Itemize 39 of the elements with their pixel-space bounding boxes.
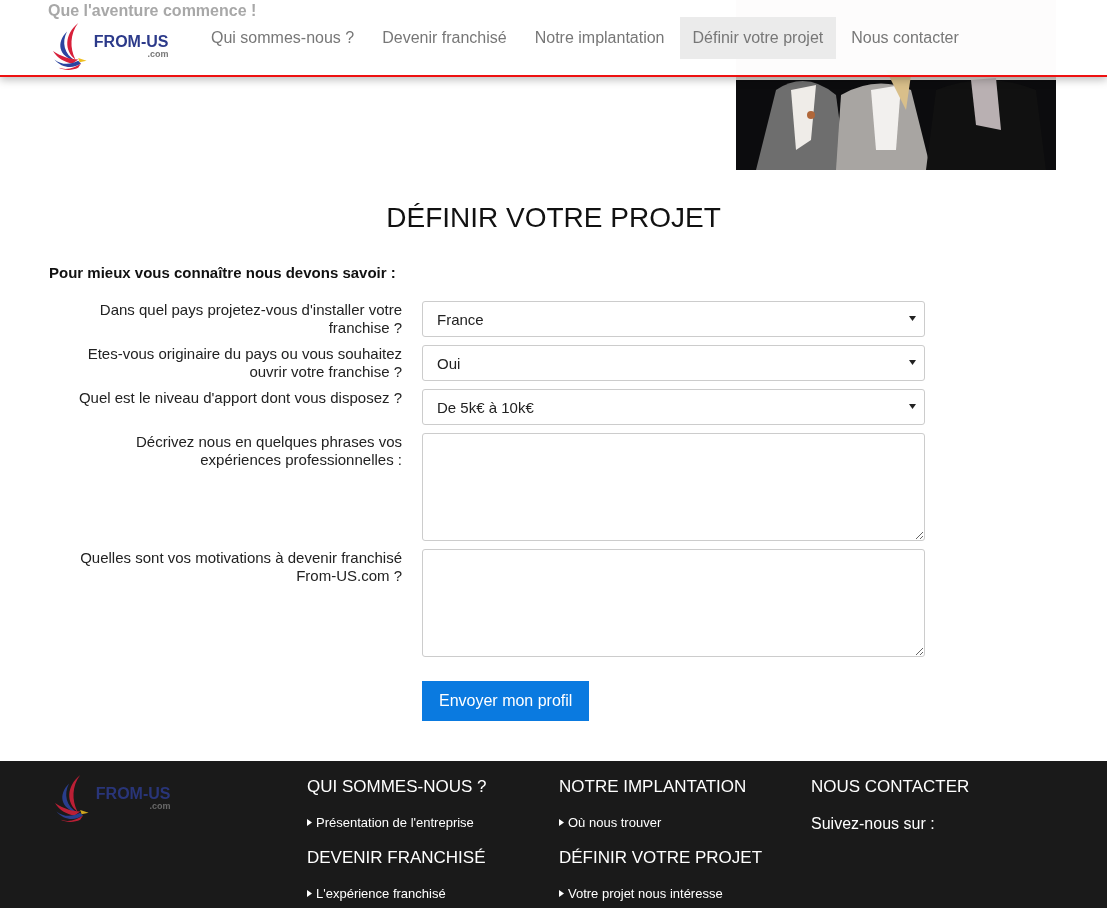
page-title: DÉFINIR VOTRE PROJET <box>385 202 722 234</box>
text-area[interactable] <box>422 433 925 541</box>
footer-heading: NOUS CONTACTER <box>811 777 971 797</box>
field-label: Quelles sont vos motivations à devenir franchisé From-US.com ? <box>79 549 402 586</box>
submit-button[interactable]: Envoyer mon profil <box>422 681 590 721</box>
field-label: Décrivez nous en quelques phrases vos expériences professionnelles : <box>135 433 402 470</box>
from-us-logo[interactable]: FROM-US .com <box>53 22 198 71</box>
field-label: Quel est le niveau d'apport dont vous disposez ? <box>77 389 402 408</box>
footer-heading: DEVENIR FRANCHISÉ <box>307 848 487 868</box>
footer-link[interactable]: Présentation de l'entreprise <box>307 815 559 830</box>
field-label: Etes-vous originaire du pays ou vous souhaitez ouvrir votre franchise ? <box>86 345 402 381</box>
nav-link[interactable]: Définir votre projet <box>679 16 837 59</box>
footer-heading: QUI SOMMES-NOUS ? <box>307 777 488 797</box>
footer-heading: NOTRE IMPLANTATION <box>559 777 748 797</box>
caret-icon <box>909 402 916 412</box>
nav-link[interactable]: Devenir franchisé <box>369 16 520 59</box>
footer-link[interactable]: L'expérience franchisé <box>307 886 559 901</box>
dropdown-field[interactable]: De 5k€ à 10k€ <box>422 389 925 425</box>
footer-link[interactable]: Où nous trouver <box>559 815 811 830</box>
caret-icon <box>909 314 916 324</box>
logo-suffix: .com <box>147 50 169 59</box>
field-label: Dans quel pays projetez-vous d'installer votre franchise ? <box>98 301 402 337</box>
text-area[interactable] <box>422 549 925 657</box>
footer-text: Suivez-nous sur : <box>811 815 936 833</box>
logo-suffix: .com <box>149 802 171 812</box>
triangle-icon <box>559 819 564 826</box>
triangle-icon <box>307 819 312 826</box>
nav-link[interactable]: Notre implantation <box>521 16 678 59</box>
dropdown-field[interactable]: Oui <box>422 345 925 381</box>
caret-icon <box>909 358 916 368</box>
intro-text: Pour mieux vous connaître nous devons savoir : <box>49 264 397 281</box>
nav-link[interactable]: Nous contacter <box>838 16 972 59</box>
logo-name: FROM-US <box>93 34 169 50</box>
logo-name: FROM-US <box>95 786 171 803</box>
dropdown-field[interactable]: France <box>422 301 925 337</box>
triangle-icon <box>307 890 312 897</box>
footer-heading: DÉFINIR VOTRE PROJET <box>559 848 764 868</box>
triangle-icon <box>559 890 564 897</box>
footer-link[interactable]: Votre projet nous intéresse <box>559 886 811 901</box>
